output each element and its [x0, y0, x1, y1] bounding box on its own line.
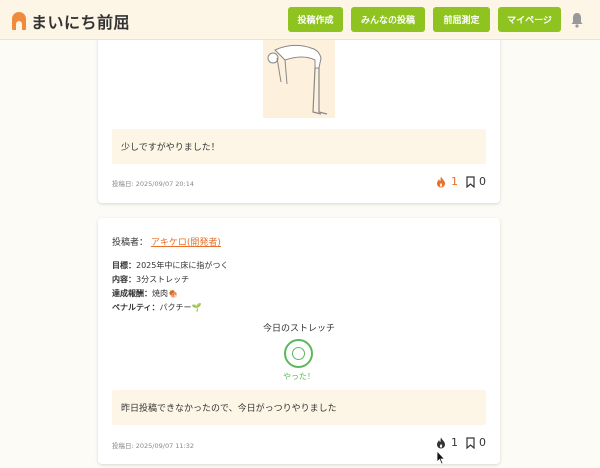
post-date: 投稿日: 2025/09/07 11:32	[112, 442, 195, 450]
create-post-button[interactable]: 投稿作成	[288, 7, 343, 32]
fire-icon	[437, 437, 445, 448]
bell-icon[interactable]	[570, 12, 584, 28]
content-value: 3分ストレッチ	[136, 275, 190, 284]
measure-button[interactable]: 前屈測定	[433, 7, 490, 32]
bookmark-count: 0	[479, 175, 486, 188]
post-comment: 昨日投稿できなかったので、今日がっつりやりました	[112, 390, 486, 425]
like-count: 1	[451, 436, 458, 449]
bookmark-icon	[466, 175, 475, 188]
app-title: まいにち前屈	[31, 13, 131, 32]
stretch-title: 今日のストレッチ	[262, 324, 335, 334]
stretch-illustration	[263, 38, 335, 118]
bookmark-button[interactable]: 0	[466, 436, 486, 449]
content-label: 内容：	[112, 275, 136, 284]
reward-label: 達成報酬：	[112, 289, 152, 298]
reward-row: 達成報酬：焼肉🍖	[112, 288, 178, 299]
logo-icon	[12, 12, 26, 30]
mouse-cursor-icon	[436, 450, 446, 465]
penalty-label: ペナルティ：	[112, 303, 160, 312]
post-card: 投稿者： アキケロ(開発者) 目標：2025年中に床に指がつく 内容：3分ストレ…	[98, 218, 500, 464]
content-row: 内容：3分ストレッチ	[112, 274, 189, 285]
goal-value: 2025年中に床に指がつく	[136, 261, 229, 270]
post-author: 投稿者： アキケロ(開発者)	[112, 235, 221, 248]
like-button[interactable]: 1	[436, 175, 458, 188]
post-comment: 少しですがやりました！	[112, 129, 486, 164]
app-header: まいにち前屈 投稿作成 みんなの投稿 前屈測定 マイページ	[0, 0, 600, 40]
bookmark-icon	[466, 436, 475, 449]
author-label: 投稿者：	[112, 238, 149, 248]
app-logo[interactable]: まいにち前屈	[12, 9, 130, 33]
like-count: 1	[451, 175, 458, 188]
reward-value: 焼肉🍖	[152, 289, 178, 298]
author-link[interactable]: アキケロ(開発者)	[151, 238, 221, 248]
penalty-row: ペナルティ：パクチー🌱	[112, 302, 202, 313]
goal-row: 目標：2025年中に床に指がつく	[112, 260, 228, 271]
like-button[interactable]: 1	[436, 436, 458, 449]
my-page-button[interactable]: マイページ	[498, 7, 561, 32]
goal-label: 目標：	[112, 261, 136, 270]
all-posts-button[interactable]: みんなの投稿	[351, 7, 425, 32]
bookmark-button[interactable]: 0	[466, 175, 486, 188]
fire-icon	[437, 176, 445, 187]
done-label: やった！	[283, 372, 315, 381]
post-date: 投稿日: 2025/09/07 20:14	[112, 180, 195, 188]
done-stamp-icon	[284, 339, 313, 368]
penalty-value: パクチー🌱	[159, 303, 202, 312]
bookmark-count: 0	[479, 436, 486, 449]
